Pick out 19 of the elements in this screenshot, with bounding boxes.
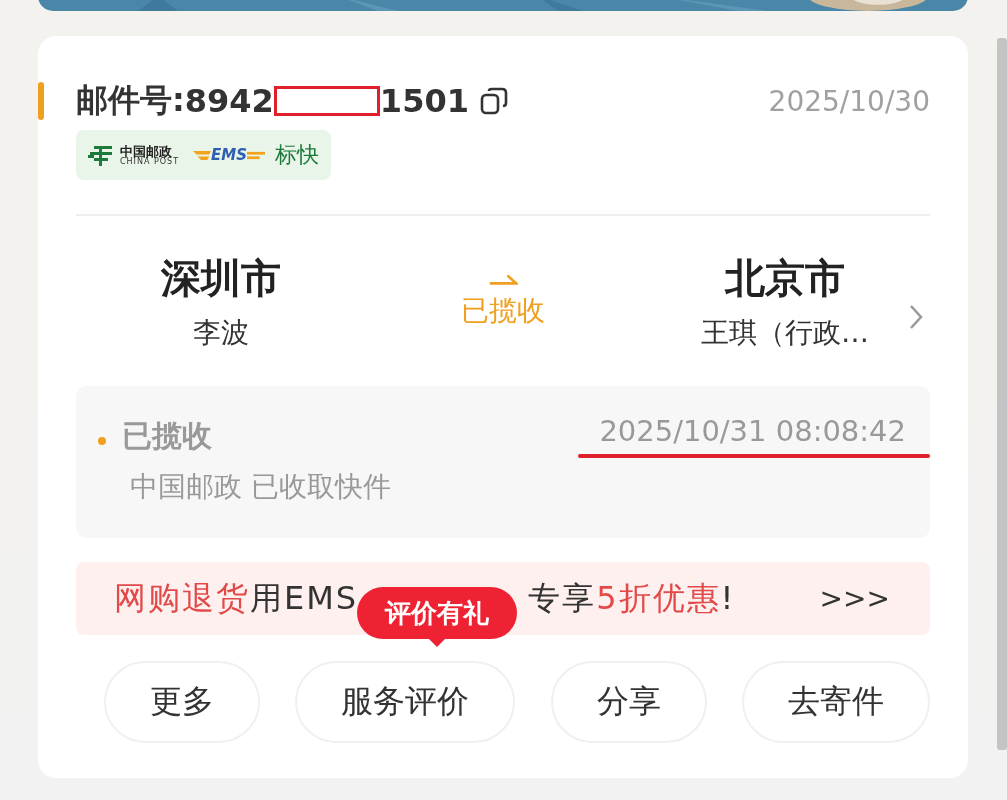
more-arrows: >>> (819, 582, 890, 615)
event-title: 已揽收 (122, 416, 212, 455)
service-type: 标快 (275, 141, 320, 169)
promo-text: 网购退货用EMS (114, 577, 359, 619)
shipment-status: 已揽收 (461, 293, 545, 329)
carrier-name: 中国邮政 (120, 144, 172, 158)
sender-name: 李波 (193, 314, 249, 351)
destination-city: 北京市 (725, 253, 845, 303)
recipient-name: 王琪（行政… (701, 314, 869, 351)
tracking-number: 8942 (184, 82, 274, 120)
event-description: 中国邮政 已收取快件 (130, 469, 392, 505)
event-time: 2025/10/31 08:08:42 (599, 414, 907, 448)
origin-city: 深圳市 (161, 253, 281, 303)
ems-logo: EMS (193, 146, 266, 164)
promo-text: 专享5折优惠! (528, 577, 736, 619)
tracking-number: 1501 (379, 82, 469, 120)
carrier-name-english: CHINA POST (120, 157, 180, 166)
date-text: 2025/10/30 (768, 84, 930, 118)
tracking-label: 邮件号: (76, 80, 185, 121)
